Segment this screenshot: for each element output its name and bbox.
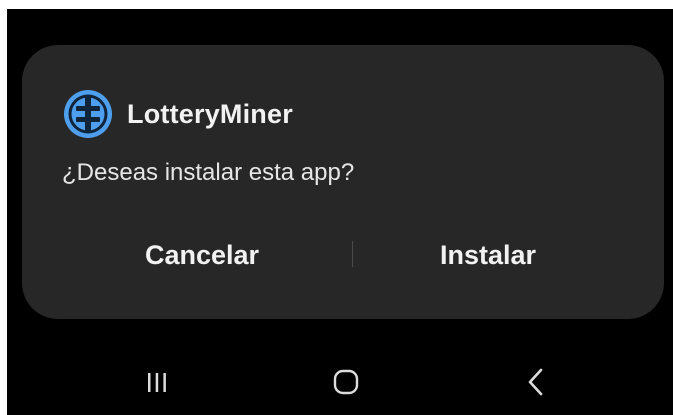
home-icon	[333, 369, 359, 395]
button-divider	[352, 241, 353, 267]
lottery-miner-app-icon	[64, 90, 112, 138]
install-question: ¿Deseas instalar esta app?	[62, 159, 355, 186]
screen: LotteryMiner ¿Deseas instalar esta app? …	[7, 9, 673, 415]
app-name: LotteryMiner	[127, 98, 293, 129]
back-button[interactable]	[513, 362, 561, 402]
navigation-bar	[7, 354, 673, 410]
back-icon	[528, 368, 543, 396]
app-header: LotteryMiner	[62, 88, 293, 140]
recents-button[interactable]	[133, 362, 181, 402]
home-button[interactable]	[322, 362, 370, 402]
install-dialog: LotteryMiner ¿Deseas instalar esta app? …	[22, 45, 664, 319]
install-button[interactable]: Instalar	[388, 235, 588, 275]
cancel-button[interactable]: Cancelar	[102, 235, 302, 275]
recents-icon	[148, 373, 166, 392]
dialog-actions: Cancelar Instalar	[22, 235, 664, 275]
